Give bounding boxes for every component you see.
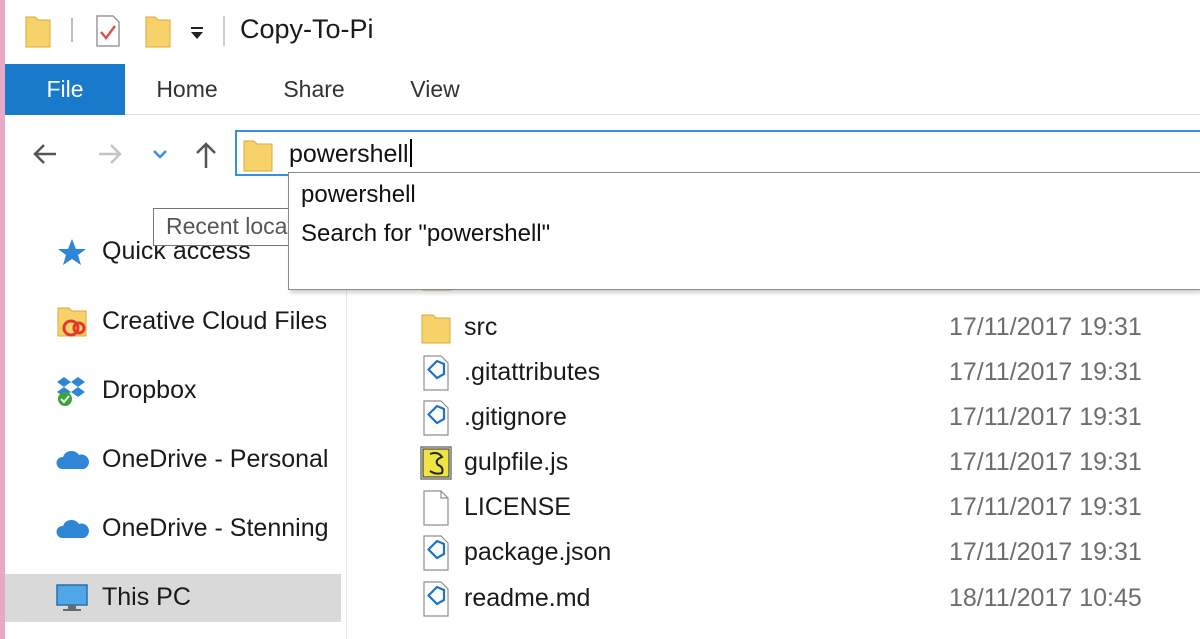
sidebar-item-onedrive-stenning[interactable]: OneDrive - Stenning [5, 505, 341, 553]
window-title: Copy-To-Pi [240, 14, 374, 44]
quick-access-separator [71, 18, 73, 42]
file-row[interactable]: src 17/11/2017 19:31 [348, 305, 1200, 350]
tooltip-text: Recent locations [166, 213, 292, 239]
forward-arrow-icon[interactable] [95, 136, 125, 172]
sidebar-item-creative-cloud[interactable]: Creative Cloud Files [5, 298, 341, 346]
creative-cloud-icon [57, 307, 87, 337]
file-name: src [464, 313, 498, 341]
new-folder-icon[interactable] [145, 14, 171, 48]
file-row[interactable]: readme.md 18/11/2017 10:45 [348, 576, 1200, 621]
customize-quick-access-icon[interactable] [189, 24, 205, 42]
sidebar-item-label: OneDrive - Personal [102, 445, 329, 473]
file-date: 18/11/2017 10:45 [949, 584, 1142, 612]
up-arrow-icon[interactable] [191, 136, 221, 172]
file-row[interactable]: package.json 17/11/2017 19:31 [348, 530, 1200, 575]
onedrive-icon [56, 519, 89, 538]
title-separator [223, 16, 225, 46]
address-input[interactable]: powershell [289, 139, 412, 169]
file-row[interactable]: LICENSE 17/11/2017 19:31 [348, 485, 1200, 530]
file-row[interactable]: .gitignore 17/11/2017 19:31 [348, 395, 1200, 440]
file-name: LICENSE [464, 493, 571, 521]
blank-file-icon [423, 490, 449, 526]
address-input-value: powershell [289, 140, 409, 168]
sidebar-item-onedrive-personal[interactable]: OneDrive - Personal [5, 436, 341, 484]
file-name: .gitattributes [464, 358, 601, 386]
tab-home[interactable]: Home [155, 64, 219, 115]
file-date: 17/11/2017 19:31 [949, 538, 1142, 566]
sidebar-item-label: This PC [102, 583, 191, 611]
computer-icon [56, 584, 88, 611]
vscode-file-icon [423, 400, 449, 436]
onedrive-icon [56, 450, 89, 469]
tab-share[interactable]: Share [282, 64, 346, 115]
file-row[interactable]: .gitattributes 17/11/2017 19:31 [348, 350, 1200, 395]
file-date: 17/11/2017 19:31 [949, 493, 1142, 521]
sidebar-item-label: Dropbox [102, 376, 197, 404]
tab-file[interactable]: File [5, 64, 125, 115]
file-date: 17/11/2017 19:31 [949, 448, 1142, 476]
file-name: .gitignore [464, 403, 567, 431]
file-row[interactable]: gulpfile.js 17/11/2017 19:31 [348, 440, 1200, 485]
autocomplete-search-item[interactable]: Search for "powershell" [301, 220, 550, 248]
tab-view[interactable]: View [405, 64, 465, 115]
properties-icon[interactable] [95, 14, 121, 48]
folder-icon [243, 140, 273, 172]
text-caret [409, 139, 412, 167]
vscode-file-icon [423, 581, 449, 617]
dropbox-icon [57, 377, 85, 406]
vscode-file-icon [423, 355, 449, 391]
sidebar-item-dropbox[interactable]: Dropbox [5, 367, 341, 415]
star-icon [58, 239, 86, 265]
file-date: 17/11/2017 19:31 [949, 358, 1142, 386]
title-bar: Copy-To-Pi [5, 0, 1200, 64]
recent-locations-chevron-icon[interactable] [151, 136, 169, 172]
file-name: gulpfile.js [464, 448, 569, 476]
file-name: readme.md [464, 584, 591, 612]
back-arrow-icon[interactable] [30, 136, 60, 172]
js-file-icon [420, 446, 452, 480]
sidebar-item-this-pc[interactable]: This PC [5, 574, 341, 622]
ribbon-tabs: File Home Share View [5, 64, 1200, 115]
tooltip: Recent locations [153, 208, 293, 246]
file-name: package.json [464, 538, 612, 566]
autocomplete-item[interactable]: powershell [301, 181, 416, 209]
vscode-file-icon [423, 535, 449, 571]
folder-icon[interactable] [25, 14, 51, 48]
sidebar-item-label: OneDrive - Stenning [102, 514, 329, 542]
address-bar[interactable]: powershell [235, 130, 1200, 176]
address-autocomplete: powershell Search for "powershell" [288, 172, 1200, 290]
file-date: 17/11/2017 19:31 [949, 313, 1142, 341]
folder-icon [421, 314, 451, 344]
file-date: 17/11/2017 19:31 [949, 403, 1142, 431]
sidebar-item-label: Creative Cloud Files [102, 307, 328, 335]
